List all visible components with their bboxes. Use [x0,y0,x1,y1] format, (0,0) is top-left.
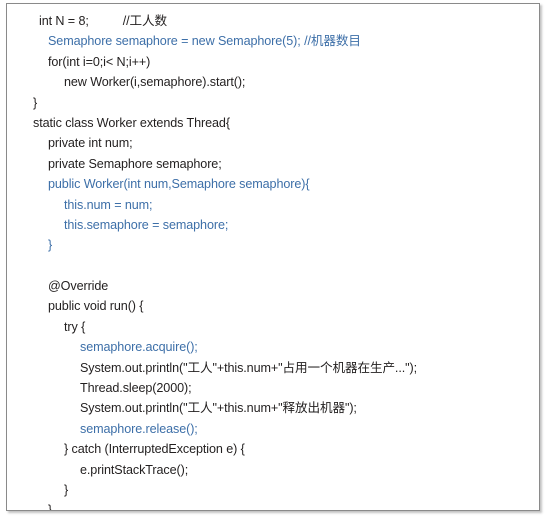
code-line: semaphore.release(); [80,421,198,436]
code-line: } catch (InterruptedException e) { [64,442,245,457]
code-line: Semaphore semaphore = new Semaphore(5); … [48,34,361,49]
code-listing-body: int N = 8; //工人数 Semaphore semaphore = ne… [7,11,539,511]
code-line: System.out.println("工人"+this.num+"释放出机器"… [80,401,357,416]
code-line: for(int i=0;i< N;i++) [48,54,151,69]
code-line: System.out.println("工人"+this.num+"占用一个机器… [80,360,417,375]
code-line: Thread.sleep(2000); [80,381,192,396]
code-line: } [64,482,69,497]
code-line: } [48,238,53,253]
code-line: } [48,503,53,511]
code-line: this.semaphore = semaphore; [64,217,229,232]
code-line: new Worker(i,semaphore).start(); [64,75,246,90]
code-line: e.printStackTrace(); [80,462,189,477]
code-line: try { [64,319,86,334]
code-line: public void run() { [48,299,144,314]
code-line: int N = 8; //工人数 [39,14,168,28]
code-line: this.num = num; [64,197,153,212]
code-line: private int num; [48,136,133,151]
code-line: semaphore.acquire(); [80,340,198,355]
code-listing-figure: int N = 8; //工人数 Semaphore semaphore = ne… [6,3,540,511]
code-line: @Override [48,279,109,294]
code-line: public Worker(int num,Semaphore semaphor… [48,177,310,192]
code-line: private Semaphore semaphore; [48,156,222,171]
code-line: static class Worker extends Thread{ [33,115,230,130]
code-line: } [33,95,38,110]
